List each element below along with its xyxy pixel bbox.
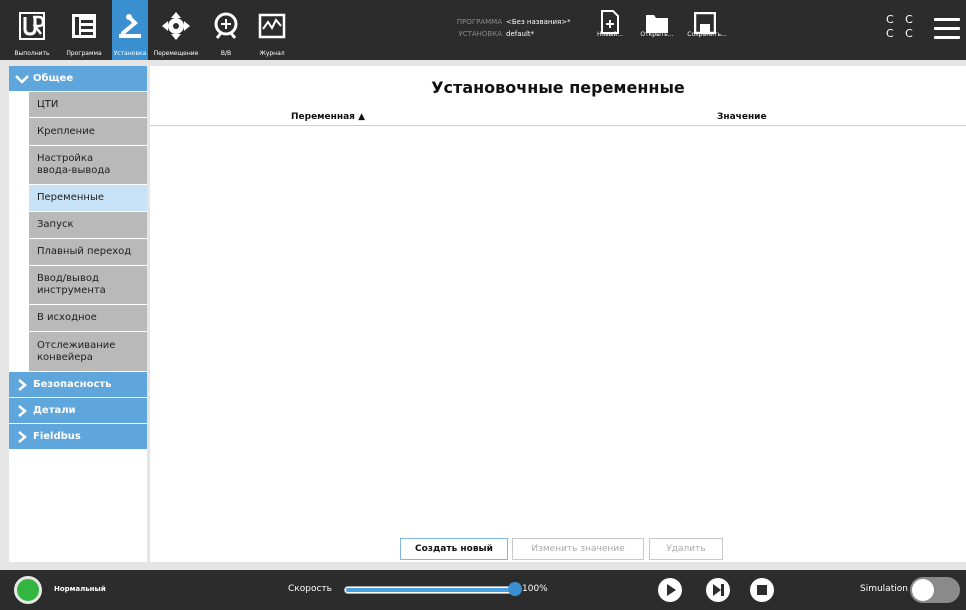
sidebar: Общее ЦТИ Крепление Настройка ввода-выво… — [9, 66, 147, 562]
sidebar-section-fieldbus[interactable]: Fieldbus — [9, 424, 147, 450]
speed-slider-fill — [346, 588, 514, 592]
nav-move-label: Перемещение — [153, 50, 199, 57]
step-button[interactable] — [706, 578, 730, 602]
sidebar-section-label: Безопасность — [33, 379, 112, 390]
sidebar-section-label: Детали — [33, 405, 76, 416]
sidebar-item-startup[interactable]: Запуск — [29, 212, 147, 239]
sidebar-item-label: Настройка ввода-вывода — [37, 153, 111, 176]
cc-line-2: C C — [886, 27, 917, 40]
robot-arm-icon — [119, 14, 141, 38]
hamburger-menu-icon[interactable] — [934, 18, 960, 45]
sidebar-item-conveyor-tracking[interactable]: Отслеживание конвейера — [29, 332, 147, 372]
top-bar: Выполнить Программа Установка Перемещени… — [0, 0, 966, 60]
sidebar-item-label: Плавный переход — [37, 246, 132, 257]
sidebar-item-label: Отслеживание конвейера — [37, 339, 116, 363]
new-button[interactable]: Новый... — [590, 0, 630, 60]
create-new-button[interactable]: Создать новый — [400, 538, 508, 560]
speed-slider[interactable] — [344, 586, 516, 594]
chevron-right-icon — [18, 378, 27, 391]
edit-value-button[interactable]: Изменить значение — [512, 538, 644, 560]
sidebar-section-label: Общее — [33, 73, 74, 84]
program-name: <Без названия>* — [506, 18, 571, 26]
nav-program-label: Программа — [66, 50, 102, 57]
nav-io-label: В/В — [220, 50, 232, 57]
installation-name: default* — [506, 30, 535, 38]
main-panel: Установочные переменные Переменная ▲ Зна… — [150, 66, 966, 562]
nav-log-label: Журнал — [259, 50, 285, 57]
toggle-knob — [912, 579, 934, 601]
log-icon — [258, 13, 286, 39]
sidebar-item-label: Ввод/вывод инструмента — [37, 273, 106, 296]
page-title: Установочные переменные — [431, 78, 685, 97]
delete-button[interactable]: Удалить — [649, 538, 723, 560]
sidebar-section-features[interactable]: Детали — [9, 398, 147, 424]
speed-label: Скорость — [288, 584, 332, 594]
column-header-variable[interactable]: Переменная ▲ — [291, 112, 365, 122]
sidebar-item-smooth-transition[interactable]: Плавный переход — [29, 239, 147, 266]
nav-program[interactable]: Программа — [58, 0, 110, 60]
nav-installation-label: Установка — [113, 50, 147, 57]
cc-line-1: C C — [886, 13, 917, 26]
sidebar-item-label: ЦТИ — [37, 98, 59, 110]
chevron-right-icon — [18, 430, 27, 443]
open-button[interactable]: Открыть... — [636, 0, 678, 60]
ur-logo-icon — [19, 12, 45, 40]
io-icon — [214, 12, 238, 39]
sidebar-section-safety[interactable]: Безопасность — [9, 372, 147, 398]
header-divider — [150, 125, 966, 126]
sidebar-item-io-setup[interactable]: Настройка ввода-вывода — [29, 146, 147, 185]
program-icon — [72, 14, 96, 38]
nav-installation[interactable]: Установка — [112, 0, 148, 60]
simulation-toggle[interactable] — [910, 577, 960, 603]
program-key: ПРОГРАММА — [456, 18, 502, 26]
sidebar-item-home[interactable]: В исходное — [29, 305, 147, 332]
sidebar-section-general[interactable]: Общее — [9, 66, 147, 92]
nav-io[interactable]: В/В — [204, 0, 248, 60]
save-label: Сохранить... — [687, 31, 727, 38]
sidebar-item-label: Крепление — [37, 125, 95, 137]
cc-indicator: C C C C — [886, 13, 917, 41]
installation-key: УСТАНОВКА — [458, 30, 502, 38]
chevron-right-icon — [18, 404, 27, 417]
new-label: Новый... — [596, 31, 624, 38]
step-icon — [713, 584, 724, 596]
stop-button[interactable] — [750, 578, 774, 602]
sidebar-item-tcp[interactable]: ЦТИ — [29, 92, 147, 118]
status-label: Нормальный — [54, 585, 106, 593]
program-info: ПРОГРАММА <Без названия>* УСТАНОВКА defaul… — [450, 16, 571, 40]
speed-value: 100% — [522, 584, 548, 594]
chevron-down-icon — [15, 74, 29, 84]
stop-icon — [757, 585, 767, 595]
play-icon — [667, 584, 676, 596]
sidebar-item-variables[interactable]: Переменные — [29, 185, 147, 212]
move-arrows-icon — [162, 12, 190, 40]
save-button[interactable]: Сохранить... — [682, 0, 732, 60]
sidebar-item-label: В исходное — [37, 312, 97, 323]
sidebar-item-tool-io[interactable]: Ввод/вывод инструмента — [29, 266, 147, 305]
sidebar-item-label: Переменные — [37, 192, 104, 203]
simulation-label: Simulation — [860, 584, 908, 594]
sidebar-section-label: Fieldbus — [33, 431, 81, 442]
nav-run-label: Выполнить — [14, 50, 50, 57]
nav-log[interactable]: Журнал — [250, 0, 294, 60]
sidebar-item-mounting[interactable]: Крепление — [29, 118, 147, 146]
speed-slider-handle[interactable] — [508, 582, 522, 596]
nav-run[interactable]: Выполнить — [8, 0, 56, 60]
nav-move[interactable]: Перемещение — [150, 0, 202, 60]
status-indicator-icon[interactable] — [14, 576, 42, 604]
bottom-bar: Нормальный Скорость 100% Simulation — [0, 570, 966, 610]
open-label: Открыть... — [640, 31, 674, 38]
column-header-value[interactable]: Значение — [717, 112, 767, 122]
sidebar-item-label: Запуск — [37, 219, 74, 230]
play-button[interactable] — [658, 578, 682, 602]
